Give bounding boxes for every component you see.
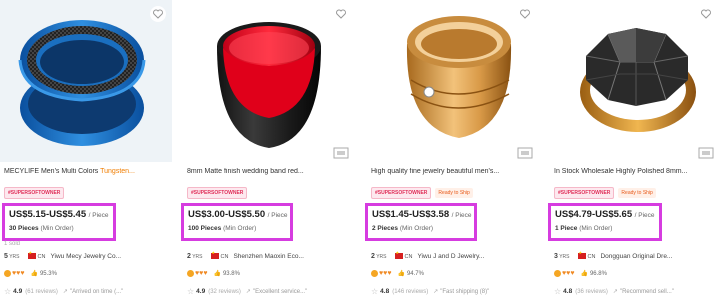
favorite-heart-icon[interactable] — [150, 6, 166, 22]
product-title[interactable]: In Stock Wholesale Highly Polished 8mm..… — [554, 168, 714, 175]
cn-flag-icon — [210, 250, 219, 260]
review-row[interactable]: ☆ 4.8 (36 reviews) ↗ "Recommend sell..." — [554, 287, 674, 297]
badge-row: #SUPERSOFTOWNER Ready to Ship — [371, 184, 477, 199]
ready-to-ship-badge: Ready to Ship — [435, 187, 473, 198]
cn-flag-icon — [394, 250, 403, 260]
supplier-row[interactable]: 2 YRSCNShenzhen Maoxin Eco... — [187, 250, 304, 263]
badge-row: #SUPERSOFTOWNER — [4, 184, 68, 199]
product-card[interactable]: MECYLIFE Men's Multi Colors Tungsten... … — [0, 0, 172, 305]
supplier-row[interactable]: 5 YRSCNYiwu Mecy Jewelry Co... — [4, 250, 121, 263]
supplier-name[interactable]: Yiwu J and D Jewelry... — [417, 253, 484, 260]
product-card[interactable]: In Stock Wholesale Highly Polished 8mm..… — [548, 0, 720, 305]
favorite-heart-icon[interactable] — [698, 6, 714, 22]
medal-icon — [187, 270, 194, 277]
hearts-icon: ♥♥♥ — [12, 270, 25, 277]
reply-icon: ↗ — [62, 289, 68, 296]
reply-icon: ↗ — [245, 289, 251, 296]
product-title[interactable]: MECYLIFE Men's Multi Colors Tungsten... — [4, 168, 166, 175]
price-highlight-box: US$5.15-US$5.45 / Piece 30 Pieces (Min O… — [2, 203, 116, 241]
product-title[interactable]: High quality fine jewelry beautiful men'… — [371, 168, 533, 175]
hearts-icon: ♥♥♥ — [195, 270, 208, 277]
price: US$3.00-US$5.50 / Piece — [188, 209, 288, 220]
min-order: 2 Pieces (Min Order) — [372, 225, 434, 232]
price: US$1.45-US$3.58 / Piece — [372, 209, 472, 220]
response-row: ♥♥♥ 👍 96.8% — [554, 270, 607, 280]
years-badge: 2 YRS — [187, 253, 203, 260]
min-order: 100 Pieces (Min Order) — [188, 225, 257, 232]
product-image[interactable] — [183, 0, 355, 162]
response-row: ♥♥♥ 👍 94.7% — [371, 270, 424, 280]
hearts-icon: ♥♥♥ — [562, 270, 575, 277]
hearts-icon: ♥♥♥ — [379, 270, 392, 277]
product-image[interactable] — [0, 0, 172, 162]
product-image[interactable] — [367, 0, 539, 162]
review-row[interactable]: ☆ 4.9 (32 reviews) ↗ "Excellent service..." — [187, 287, 307, 297]
years-badge: 2 YRS — [371, 253, 387, 260]
badge-row: #SUPERSOFTOWNER Ready to Ship — [554, 184, 660, 199]
thumbs-up-icon: 👍 — [213, 271, 221, 278]
product-card[interactable]: 8mm Matte finish wedding band red... #SU… — [181, 0, 355, 305]
compare-icon[interactable] — [333, 146, 349, 159]
cn-flag-icon — [27, 250, 36, 260]
thumbs-up-icon: 👍 — [580, 271, 588, 278]
star-icon: ☆ — [371, 287, 379, 296]
supplier-row[interactable]: 2 YRSCNYiwu J and D Jewelry... — [371, 250, 484, 263]
favorite-heart-icon[interactable] — [517, 6, 533, 22]
years-badge: 3 YRS — [554, 253, 570, 260]
ready-to-ship-badge: Ready to Ship — [618, 187, 656, 198]
supplier-name[interactable]: Dongguan Original Dre... — [600, 253, 672, 260]
price-highlight-box: US$4.79-US$5.65 / Piece 1 Piece (Min Ord… — [548, 203, 662, 241]
response-row: ♥♥♥ 👍 95.3% — [4, 270, 57, 280]
star-icon: ☆ — [554, 287, 562, 296]
review-row[interactable]: ☆ 4.8 (146 reviews) ↗ "Fast shipping (8)" — [371, 287, 489, 297]
product-title[interactable]: 8mm Matte finish wedding band red... — [187, 168, 349, 175]
super-badge: #SUPERSOFTOWNER — [4, 186, 65, 199]
supplier-row[interactable]: 3 YRSCNDongguan Original Dre... — [554, 250, 672, 263]
thumbs-up-icon: 👍 — [30, 271, 38, 278]
min-order: 1 Piece (Min Order) — [555, 225, 613, 232]
review-row[interactable]: ☆ 4.9 (61 reviews) ↗ "Arrived on time (..." — [4, 287, 123, 297]
thumbs-up-icon: 👍 — [397, 271, 405, 278]
medal-icon — [4, 270, 11, 277]
reply-icon: ↗ — [612, 289, 618, 296]
compare-icon[interactable] — [698, 146, 714, 159]
star-icon: ☆ — [4, 287, 12, 296]
supplier-name[interactable]: Shenzhen Maoxin Eco... — [233, 253, 303, 260]
compare-icon[interactable] — [517, 146, 533, 159]
supplier-name[interactable]: Yiwu Mecy Jewelry Co... — [50, 253, 121, 260]
sold-count: 1 sold — [4, 241, 21, 247]
product-grid: MECYLIFE Men's Multi Colors Tungsten... … — [0, 0, 720, 305]
price: US$5.15-US$5.45 / Piece — [9, 209, 109, 220]
super-badge: #SUPERSOFTOWNER — [187, 186, 248, 199]
years-badge: 5 YRS — [4, 253, 20, 260]
price-highlight-box: US$1.45-US$3.58 / Piece 2 Pieces (Min Or… — [365, 203, 477, 241]
min-order: 30 Pieces (Min Order) — [9, 225, 74, 232]
super-badge: #SUPERSOFTOWNER — [554, 186, 615, 199]
star-icon: ☆ — [187, 287, 195, 296]
super-badge: #SUPERSOFTOWNER — [371, 186, 432, 199]
price-highlight-box: US$3.00-US$5.50 / Piece 100 Pieces (Min … — [181, 203, 293, 241]
favorite-heart-icon[interactable] — [333, 6, 349, 22]
product-card[interactable]: High quality fine jewelry beautiful men'… — [365, 0, 539, 305]
cn-flag-icon — [577, 250, 586, 260]
product-image[interactable] — [550, 0, 720, 162]
reply-icon: ↗ — [433, 289, 439, 296]
medal-icon — [554, 270, 561, 277]
response-row: ♥♥♥ 👍 93.8% — [187, 270, 240, 280]
price: US$4.79-US$5.65 / Piece — [555, 209, 655, 220]
badge-row: #SUPERSOFTOWNER — [187, 184, 251, 199]
medal-icon — [371, 270, 378, 277]
